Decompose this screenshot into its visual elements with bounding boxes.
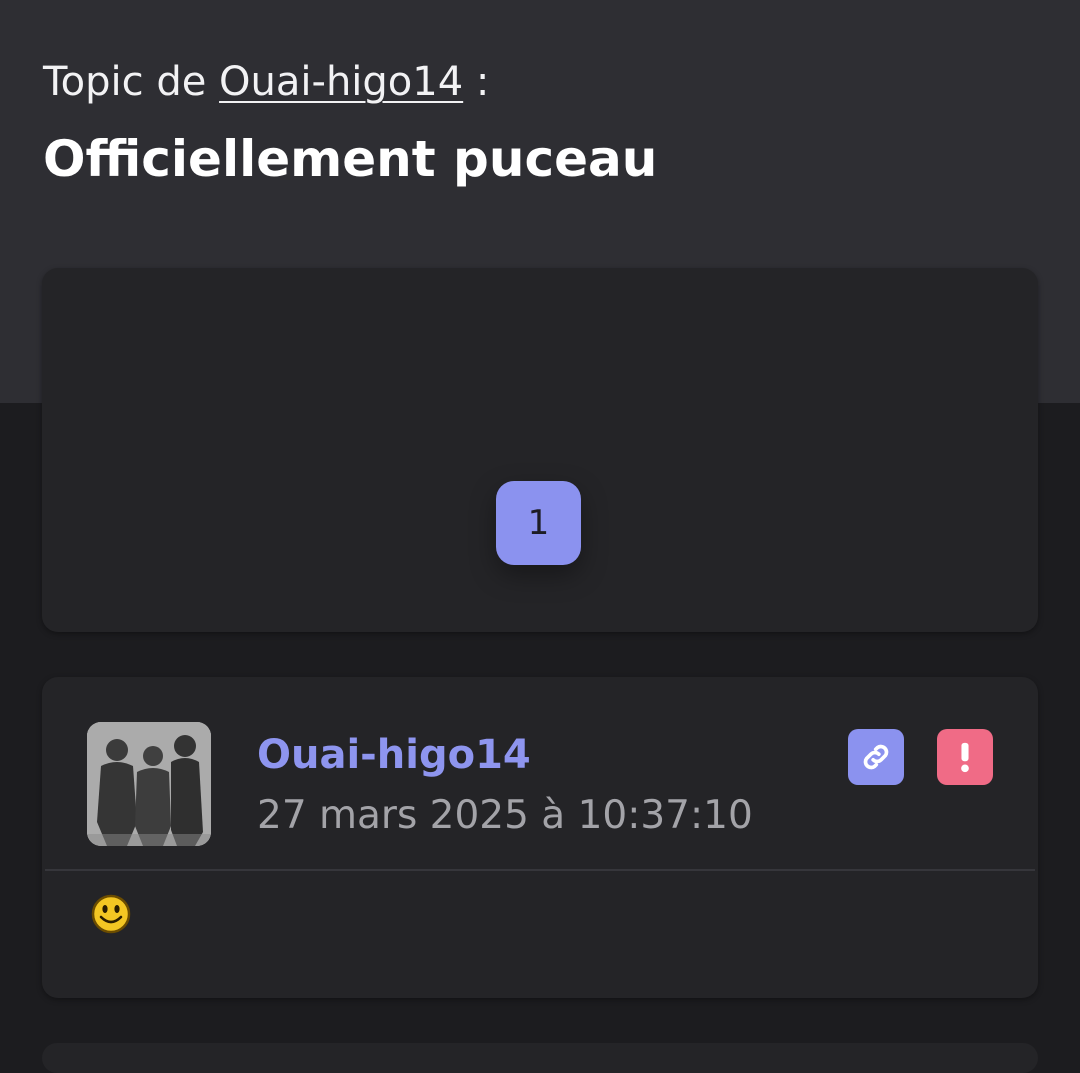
permalink-button[interactable] xyxy=(848,729,904,785)
post-author-name[interactable]: Ouai-higo14 xyxy=(257,727,531,783)
smiley-icon xyxy=(91,894,131,934)
topic-author-link[interactable]: Ouai-higo14 xyxy=(219,59,463,105)
topic-byline: Topic de Ouai-higo14 : xyxy=(43,54,489,110)
next-post-card xyxy=(42,1043,1038,1073)
topic-suffix: : xyxy=(463,59,490,105)
post-body xyxy=(90,893,132,935)
page-button-current[interactable]: 1 xyxy=(496,481,581,565)
topic-title: Officiellement puceau xyxy=(43,130,658,188)
pagination-card: 1 xyxy=(42,268,1038,632)
topic-prefix: Topic de xyxy=(43,59,207,105)
exclamation-icon xyxy=(961,742,969,773)
post-card: Ouai-higo14 27 mars 2025 à 10:37:10 xyxy=(42,677,1038,998)
avatar[interactable] xyxy=(87,722,211,846)
link-icon xyxy=(863,744,889,770)
post-date: 27 mars 2025 à 10:37:10 xyxy=(257,793,753,838)
report-button[interactable] xyxy=(937,729,993,785)
post-divider xyxy=(45,869,1035,871)
